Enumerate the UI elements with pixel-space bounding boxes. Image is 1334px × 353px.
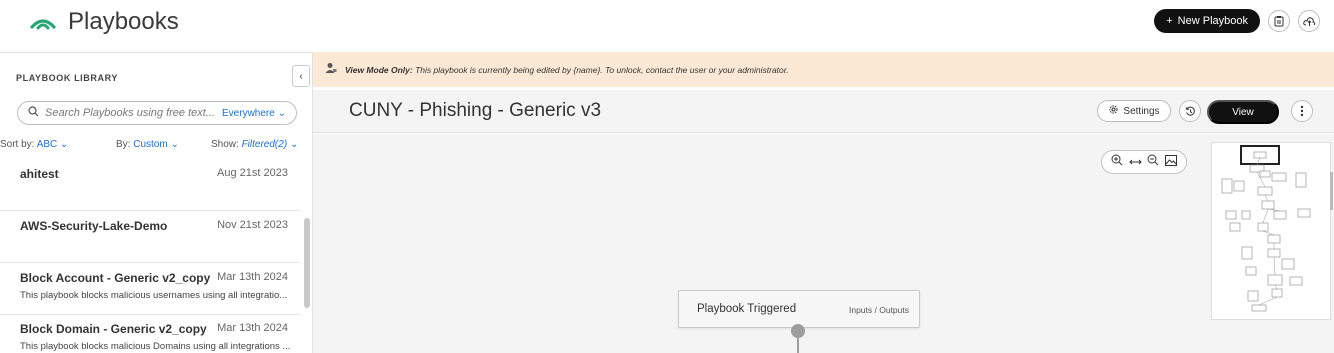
group-by-dropdown[interactable]: By: Custom ⌄ — [116, 139, 179, 150]
page-title: Playbooks — [68, 8, 179, 35]
list-item[interactable]: ahitest Aug 21st 2023 — [0, 161, 300, 211]
playbook-library-panel: PLAYBOOK LIBRARY ‹ Search Playbooks usin… — [0, 52, 313, 353]
playbook-triggered-node[interactable]: Playbook Triggered Inputs / Outputs — [678, 290, 920, 328]
playbooks-app: Playbooks + New Playbook PLAYBOOK LIBRAR… — [0, 0, 1334, 353]
inputs-outputs-link[interactable]: Inputs / Outputs — [849, 305, 909, 315]
minimap-graph-icon — [1221, 151, 1311, 312]
view-label: View — [1232, 106, 1254, 118]
new-playbook-button[interactable]: + New Playbook — [1154, 9, 1260, 33]
show-label: Show: — [211, 139, 239, 150]
editor-header: CUNY - Phishing - Generic v3 Settings Vi… — [313, 90, 1334, 133]
playbook-date: Aug 21st 2023 — [217, 167, 288, 179]
sort-by-value: ABC — [36, 139, 58, 150]
banner-text: View Mode Only: This playbook is current… — [345, 65, 789, 75]
playbook-date: Mar 13th 2024 — [217, 271, 288, 283]
group-by-label: By: — [116, 139, 131, 150]
brand: Playbooks — [30, 8, 179, 36]
fit-width-icon[interactable] — [1128, 153, 1142, 171]
settings-button[interactable]: Settings — [1097, 100, 1171, 122]
zoom-toolbar — [1101, 150, 1187, 174]
gear-icon — [1108, 104, 1119, 118]
sort-by-label: Sort by: — [0, 139, 35, 150]
search-scope-value: Everywhere — [222, 107, 275, 119]
playbook-name: Block Domain - Generic v2_copy — [20, 322, 207, 336]
library-heading: PLAYBOOK LIBRARY — [16, 73, 118, 83]
banner-message: This playbook is currently being edited … — [415, 65, 789, 75]
history-icon[interactable] — [1179, 100, 1201, 122]
canvas-scrollbar[interactable] — [1330, 172, 1333, 210]
group-by-value: Custom — [133, 139, 168, 150]
playbook-title: CUNY - Phishing - Generic v3 — [349, 100, 602, 121]
upload-cloud-icon[interactable] — [1298, 10, 1320, 32]
playbook-name: AWS-Security-Lake-Demo — [20, 219, 168, 233]
playbook-description: This playbook blocks malicious Domains u… — [20, 341, 291, 352]
plus-icon: + — [1166, 15, 1173, 27]
playbooks-logo-icon — [30, 14, 56, 30]
header-actions: + New Playbook — [1154, 9, 1320, 33]
more-options-icon[interactable] — [1291, 100, 1313, 122]
sort-by-dropdown[interactable]: Sort by: ABC ⌄ — [0, 139, 68, 150]
settings-label: Settings — [1123, 105, 1160, 117]
zoom-in-icon[interactable] — [1111, 153, 1123, 171]
playbook-date: Nov 21st 2023 — [217, 219, 288, 231]
clipboard-icon[interactable] — [1268, 10, 1290, 32]
list-item[interactable]: Block Domain - Generic v2_copy Mar 13th … — [0, 315, 300, 353]
playbook-canvas[interactable]: Playbook Triggered Inputs / Outputs — [313, 134, 1334, 353]
list-item[interactable]: AWS-Security-Lake-Demo Nov 21st 2023 — [0, 211, 300, 263]
connector-line — [797, 334, 799, 353]
list-item[interactable]: Block Account - Generic v2_copy Mar 13th… — [0, 263, 300, 315]
playbook-name: ahitest — [20, 167, 59, 181]
view-mode-button[interactable]: View — [1207, 100, 1279, 124]
banner-bold-text: View Mode Only: — [345, 65, 413, 75]
library-scrollbar[interactable] — [304, 218, 310, 308]
search-placeholder: Search Playbooks using free text... — [45, 107, 215, 119]
new-playbook-label: New Playbook — [1177, 15, 1248, 27]
zoom-out-icon[interactable] — [1147, 153, 1159, 171]
playbook-description: This playbook blocks malicious usernames… — [20, 290, 288, 301]
search-scope-dropdown[interactable]: Everywhere ⌄ — [222, 108, 286, 119]
node-title: Playbook Triggered — [697, 303, 797, 315]
user-lock-icon — [325, 61, 337, 79]
chevron-down-icon: ⌄ — [277, 107, 286, 119]
show-value: Filtered(2) — [241, 139, 288, 150]
show-filter-dropdown[interactable]: Show: Filtered(2) ⌄ — [211, 139, 298, 150]
playbook-name: Block Account - Generic v2_copy — [20, 271, 211, 285]
canvas-minimap[interactable] — [1211, 142, 1331, 320]
playbook-date: Mar 13th 2024 — [217, 322, 288, 334]
playbook-list: ahitest Aug 21st 2023 AWS-Security-Lake-… — [0, 161, 313, 353]
chevron-left-icon: ‹ — [299, 70, 303, 82]
search-input[interactable]: Search Playbooks using free text... Ever… — [17, 101, 297, 125]
chevron-down-icon: ⌄ — [170, 139, 179, 150]
top-header: Playbooks + New Playbook — [0, 0, 1334, 44]
collapse-sidebar-button[interactable]: ‹ — [292, 65, 310, 87]
image-export-icon[interactable] — [1165, 153, 1178, 171]
search-icon — [28, 104, 39, 122]
chevron-down-icon: ⌄ — [60, 139, 69, 150]
view-mode-banner: View Mode Only: This playbook is current… — [313, 52, 1334, 87]
chevron-down-icon: ⌄ — [289, 139, 299, 150]
